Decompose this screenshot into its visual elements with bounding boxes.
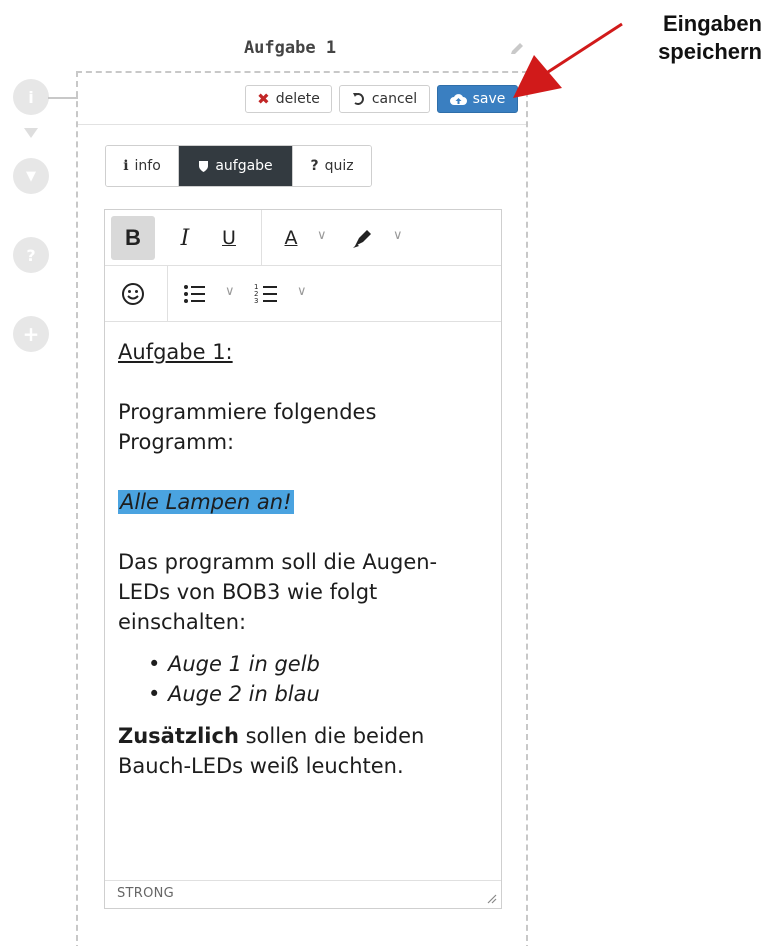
emoji-icon[interactable] <box>119 280 147 308</box>
bold-text: Zusätzlich <box>118 724 239 748</box>
svg-text:3: 3 <box>254 297 258 305</box>
highlighted-text: Alle Lampen an! <box>118 490 294 514</box>
annotation-label: Eingaben speichern <box>612 10 762 66</box>
list-item: Auge 1 in gelb <box>148 649 488 679</box>
panel-divider <box>78 124 526 125</box>
element-path: STRONG <box>117 886 175 901</box>
chevron-down-icon[interactable]: ∨ <box>297 284 307 299</box>
shield-step-icon[interactable]: ▼ <box>13 158 49 194</box>
tab-quiz-label: quiz <box>324 158 354 174</box>
toolbar-row-1: B I U A ∨ ∨ <box>105 210 501 266</box>
content-heading: Aufgabe 1: <box>118 340 233 364</box>
annotation-line: speichern <box>658 39 762 64</box>
tab-bar: i info aufgabe ? quiz <box>105 145 372 187</box>
tab-info[interactable]: i info <box>106 146 179 186</box>
tab-aufgabe-label: aufgabe <box>215 158 273 174</box>
chevron-down-icon[interactable]: ∨ <box>225 284 235 299</box>
bullet-list: Auge 1 in gelb Auge 2 in blau <box>118 649 488 709</box>
undo-icon <box>352 93 364 105</box>
tab-info-label: info <box>134 158 161 174</box>
font-color-button[interactable]: A <box>275 216 307 260</box>
save-label: save <box>472 91 506 107</box>
rail-connector <box>48 97 78 99</box>
content-paragraph: Zusätzlich sollen die beiden Bauch-LEDs … <box>118 721 488 781</box>
delete-button[interactable]: ✖ delete <box>245 85 332 113</box>
toolbar-divider <box>167 266 168 322</box>
rich-text-editor: B I U A ∨ ∨ ∨ 1 2 3 ∨ Aufgabe 1: Program… <box>104 209 502 909</box>
editor-content[interactable]: Aufgabe 1: Programmiere folgendes Progra… <box>118 337 488 781</box>
tab-quiz[interactable]: ? quiz <box>293 146 371 186</box>
cloud-upload-icon <box>449 93 467 105</box>
tab-aufgabe[interactable]: aufgabe <box>179 146 293 186</box>
save-button[interactable]: save <box>437 85 518 113</box>
cancel-button[interactable]: cancel <box>339 85 430 113</box>
underline-button[interactable]: U <box>209 216 249 260</box>
bullet-list-icon[interactable] <box>181 280 209 308</box>
numbered-list-icon[interactable]: 1 2 3 <box>253 280 281 308</box>
chevron-down-icon[interactable]: ∨ <box>393 228 403 243</box>
info-step-icon[interactable]: i <box>13 79 49 115</box>
delete-label: delete <box>275 91 320 107</box>
add-step-icon[interactable]: + <box>13 316 49 352</box>
question-icon: ? <box>310 158 319 174</box>
section-title: Aufgabe 1 <box>243 38 337 58</box>
pencil-icon[interactable] <box>508 40 526 58</box>
annotation-line: Eingaben <box>662 11 762 36</box>
arrow-down-icon <box>24 128 38 138</box>
close-icon: ✖ <box>257 90 270 108</box>
chevron-down-icon[interactable]: ∨ <box>317 228 327 243</box>
toolbar-divider <box>261 210 262 266</box>
cancel-label: cancel <box>371 91 418 107</box>
info-icon: i <box>123 158 129 174</box>
status-bar: STRONG <box>105 880 501 908</box>
italic-button[interactable]: I <box>165 216 205 260</box>
content-paragraph: Programmiere folgendes Programm: <box>118 400 377 454</box>
content-paragraph: Das programm soll die Augen-LEDs von BOB… <box>118 550 438 634</box>
highlighter-icon[interactable] <box>349 224 377 252</box>
bold-button[interactable]: B <box>111 216 155 260</box>
question-step-icon[interactable]: ? <box>13 237 49 273</box>
list-item: Auge 2 in blau <box>148 679 488 709</box>
shield-icon <box>199 160 209 172</box>
toolbar-row-2: ∨ 1 2 3 ∨ <box>105 266 501 322</box>
resize-handle-icon[interactable] <box>487 894 497 904</box>
